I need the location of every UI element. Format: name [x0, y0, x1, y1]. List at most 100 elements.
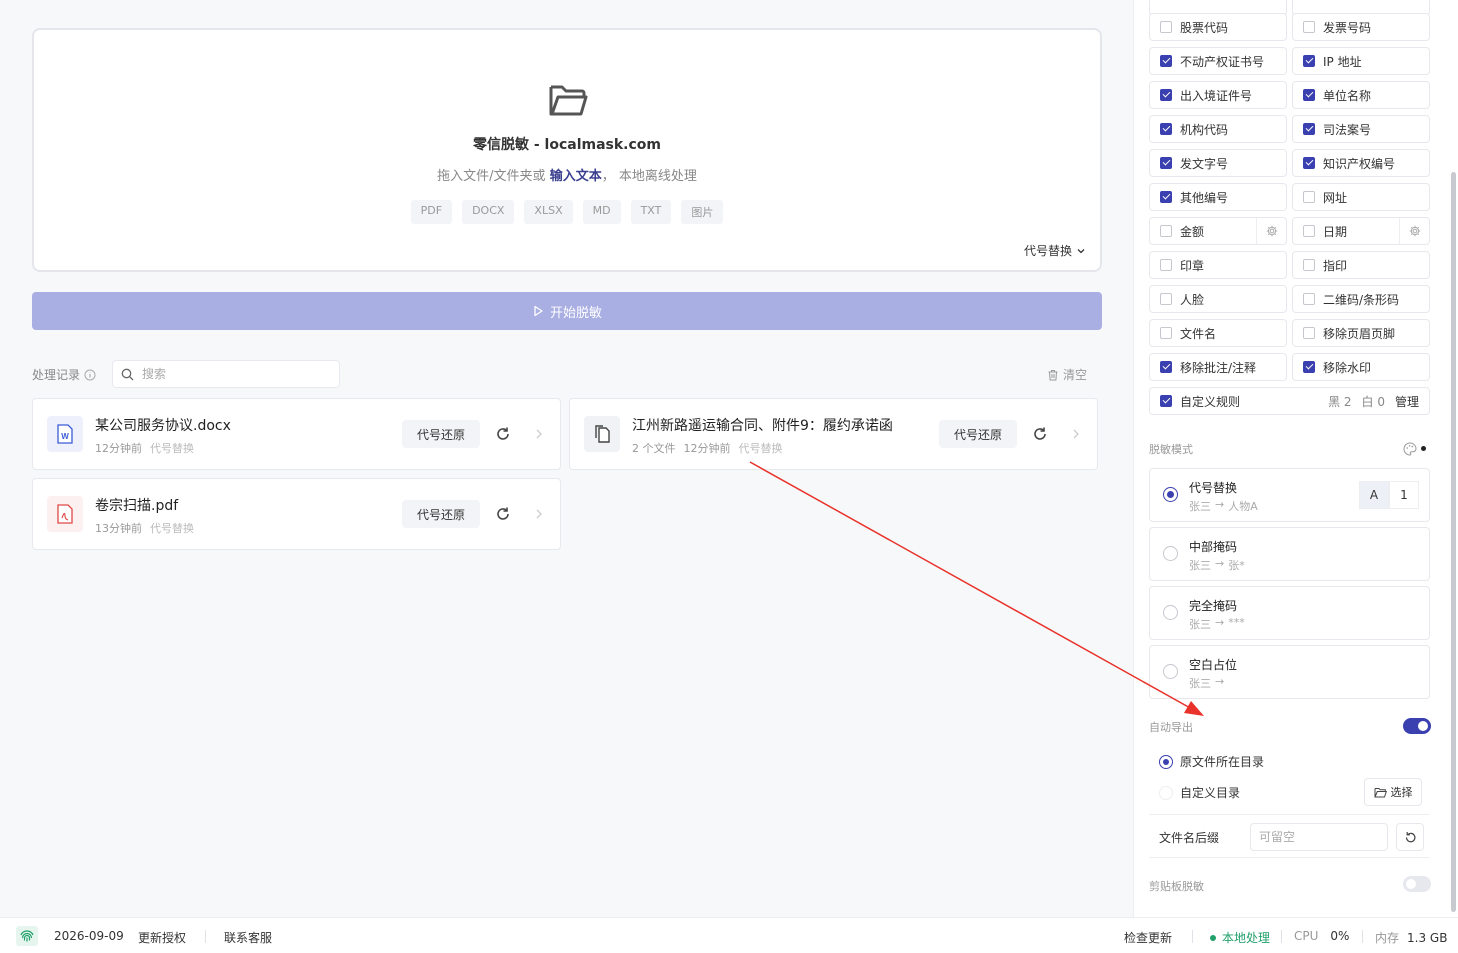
option-checkbox[interactable] [1303, 191, 1315, 203]
auto-export-toggle[interactable] [1403, 718, 1431, 734]
option-checkbox[interactable] [1303, 21, 1315, 33]
option-checkbox[interactable] [1160, 327, 1172, 339]
alias-style-letter[interactable]: A [1359, 481, 1389, 509]
option-checkbox[interactable] [1303, 361, 1315, 373]
option-checkbox[interactable] [1160, 123, 1172, 135]
option-item[interactable]: 指印 [1292, 251, 1430, 279]
history-item[interactable]: 江州新路遥运输合同、附件9：履约承诺函 2 个文件 12分钟前 代号替换 代号还… [569, 398, 1098, 470]
alias-style-number[interactable]: 1 [1389, 481, 1419, 509]
option-item[interactable]: 移除水印 [1292, 353, 1430, 381]
input-text-link[interactable]: 输入文本 [550, 169, 602, 184]
chevron-right-icon[interactable] [533, 507, 545, 521]
mode-radio[interactable] [1163, 487, 1178, 502]
option-checkbox[interactable] [1303, 89, 1315, 101]
mode-option-blank[interactable]: 空白占位 张三 → [1149, 645, 1430, 699]
option-checkbox[interactable] [1160, 361, 1172, 373]
filename-suffix-input[interactable] [1250, 823, 1388, 851]
export-source-dir-option[interactable]: 原文件所在目录 [1159, 753, 1264, 770]
option-item[interactable]: 人脸 [1149, 285, 1287, 313]
refresh-icon[interactable] [494, 425, 512, 443]
palette-icon[interactable] [1403, 442, 1417, 456]
export-source-dir-radio[interactable] [1159, 754, 1173, 769]
option-item[interactable]: 出入境证件号 [1149, 81, 1287, 109]
option-item[interactable]: 发票号码 [1292, 13, 1430, 41]
option-checkbox[interactable] [1160, 293, 1172, 305]
option-item[interactable]: 股票代码 [1149, 13, 1287, 41]
export-custom-dir-option[interactable]: 自定义目录 [1159, 784, 1240, 801]
option-checkbox[interactable] [1303, 225, 1315, 237]
mode-radio[interactable] [1163, 546, 1178, 561]
chevron-right-icon[interactable] [533, 427, 545, 441]
refresh-icon[interactable] [1031, 425, 1049, 443]
chevron-down-icon [1077, 248, 1085, 253]
option-item[interactable]: 不动产权证书号 [1149, 47, 1287, 75]
mode-radio[interactable] [1163, 605, 1178, 620]
option-item[interactable]: 网址 [1292, 183, 1430, 211]
start-mask-button[interactable]: 开始脱敏 [32, 292, 1102, 330]
option-item[interactable]: 发文字号 [1149, 149, 1287, 177]
custom-rules-row[interactable]: 自定义规则 黑 2 白 0 管理 [1149, 387, 1430, 415]
option-checkbox[interactable] [1160, 89, 1172, 101]
option-item[interactable]: 机构代码 [1149, 115, 1287, 143]
option-item[interactable]: 司法案号 [1292, 115, 1430, 143]
option-label: 二维码/条形码 [1323, 292, 1400, 307]
option-checkbox[interactable] [1303, 327, 1315, 339]
option-checkbox[interactable] [1303, 123, 1315, 135]
gear-icon[interactable] [1399, 218, 1429, 244]
refresh-icon[interactable] [494, 505, 512, 523]
mode-dropdown[interactable]: 代号替换 [1024, 242, 1086, 259]
restore-button[interactable]: 代号还原 [402, 420, 480, 448]
chevron-right-icon[interactable] [1070, 427, 1082, 441]
option-checkbox[interactable] [1303, 55, 1315, 67]
choose-folder-button[interactable]: 选择 [1364, 778, 1422, 806]
history-item[interactable]: W 某公司服务协议.docx 12分钟前 代号替换 代号还原 [32, 398, 561, 470]
option-item[interactable]: 文件名 [1149, 319, 1287, 347]
update-license-link[interactable]: 更新授权 [138, 929, 186, 946]
option-checkbox[interactable] [1303, 157, 1315, 169]
option-checkbox[interactable] [1160, 55, 1172, 67]
custom-rules-checkbox[interactable] [1160, 395, 1172, 407]
export-custom-dir-radio[interactable] [1159, 785, 1173, 800]
info-icon[interactable] [84, 369, 96, 381]
option-checkbox[interactable] [1160, 191, 1172, 203]
option-checkbox[interactable] [1303, 259, 1315, 271]
file-dropzone[interactable]: 零信脱敏 - localmask.com 拖入文件/文件夹或 输入文本， 本地离… [32, 28, 1102, 272]
gear-icon[interactable] [1256, 218, 1286, 244]
panel-scrollbar[interactable] [1451, 172, 1456, 912]
option-checkbox[interactable] [1160, 21, 1172, 33]
option-item[interactable]: 二维码/条形码 [1292, 285, 1430, 313]
option-item[interactable]: 日期 [1292, 217, 1430, 245]
clear-history-button[interactable]: 清空 [1047, 366, 1087, 383]
option-item[interactable]: 金额 [1149, 217, 1287, 245]
check-update-link[interactable]: 检查更新 [1124, 929, 1172, 946]
option-item[interactable]: 其他编号 [1149, 183, 1287, 211]
mode-radio[interactable] [1163, 664, 1178, 679]
option-item[interactable]: IP 地址 [1292, 47, 1430, 75]
manage-rules-button[interactable]: 管理 [1395, 393, 1419, 410]
option-checkbox[interactable] [1160, 157, 1172, 169]
restore-button[interactable]: 代号还原 [939, 420, 1017, 448]
option-item[interactable]: 知识产权编号 [1292, 149, 1430, 177]
cpu-usage: CPU 0% [1294, 929, 1349, 943]
option-item[interactable]: 移除批注/注释 [1149, 353, 1287, 381]
mode-option-middle-mask[interactable]: 中部掩码 张三 → 张* [1149, 527, 1430, 581]
restore-button[interactable]: 代号还原 [402, 500, 480, 528]
mode-option-full-mask[interactable]: 完全掩码 张三 → *** [1149, 586, 1430, 640]
search-icon [121, 368, 134, 380]
option-item[interactable]: 移除页眉页脚 [1292, 319, 1430, 347]
option-checkbox[interactable] [1303, 293, 1315, 305]
reset-suffix-button[interactable] [1396, 823, 1424, 851]
option-checkbox[interactable] [1160, 225, 1172, 237]
local-processing-status: 本地处理 [1210, 929, 1270, 946]
clipboard-mask-toggle[interactable] [1403, 876, 1431, 892]
local-processing-label: 本地处理 [1222, 931, 1271, 945]
option-item[interactable]: 印章 [1149, 251, 1287, 279]
option-label: 移除批注/注释 [1180, 360, 1257, 375]
app-title: 零信脱敏 - localmask.com [472, 137, 662, 153]
contact-support-link[interactable]: 联系客服 [224, 929, 272, 946]
search-input[interactable] [142, 367, 322, 381]
mode-option-alias[interactable]: 代号替换 张三 → 人物A A 1 [1149, 468, 1430, 522]
option-item[interactable]: 单位名称 [1292, 81, 1430, 109]
option-checkbox[interactable] [1160, 259, 1172, 271]
history-item[interactable]: 卷宗扫描.pdf 13分钟前 代号替换 代号还原 [32, 478, 561, 550]
